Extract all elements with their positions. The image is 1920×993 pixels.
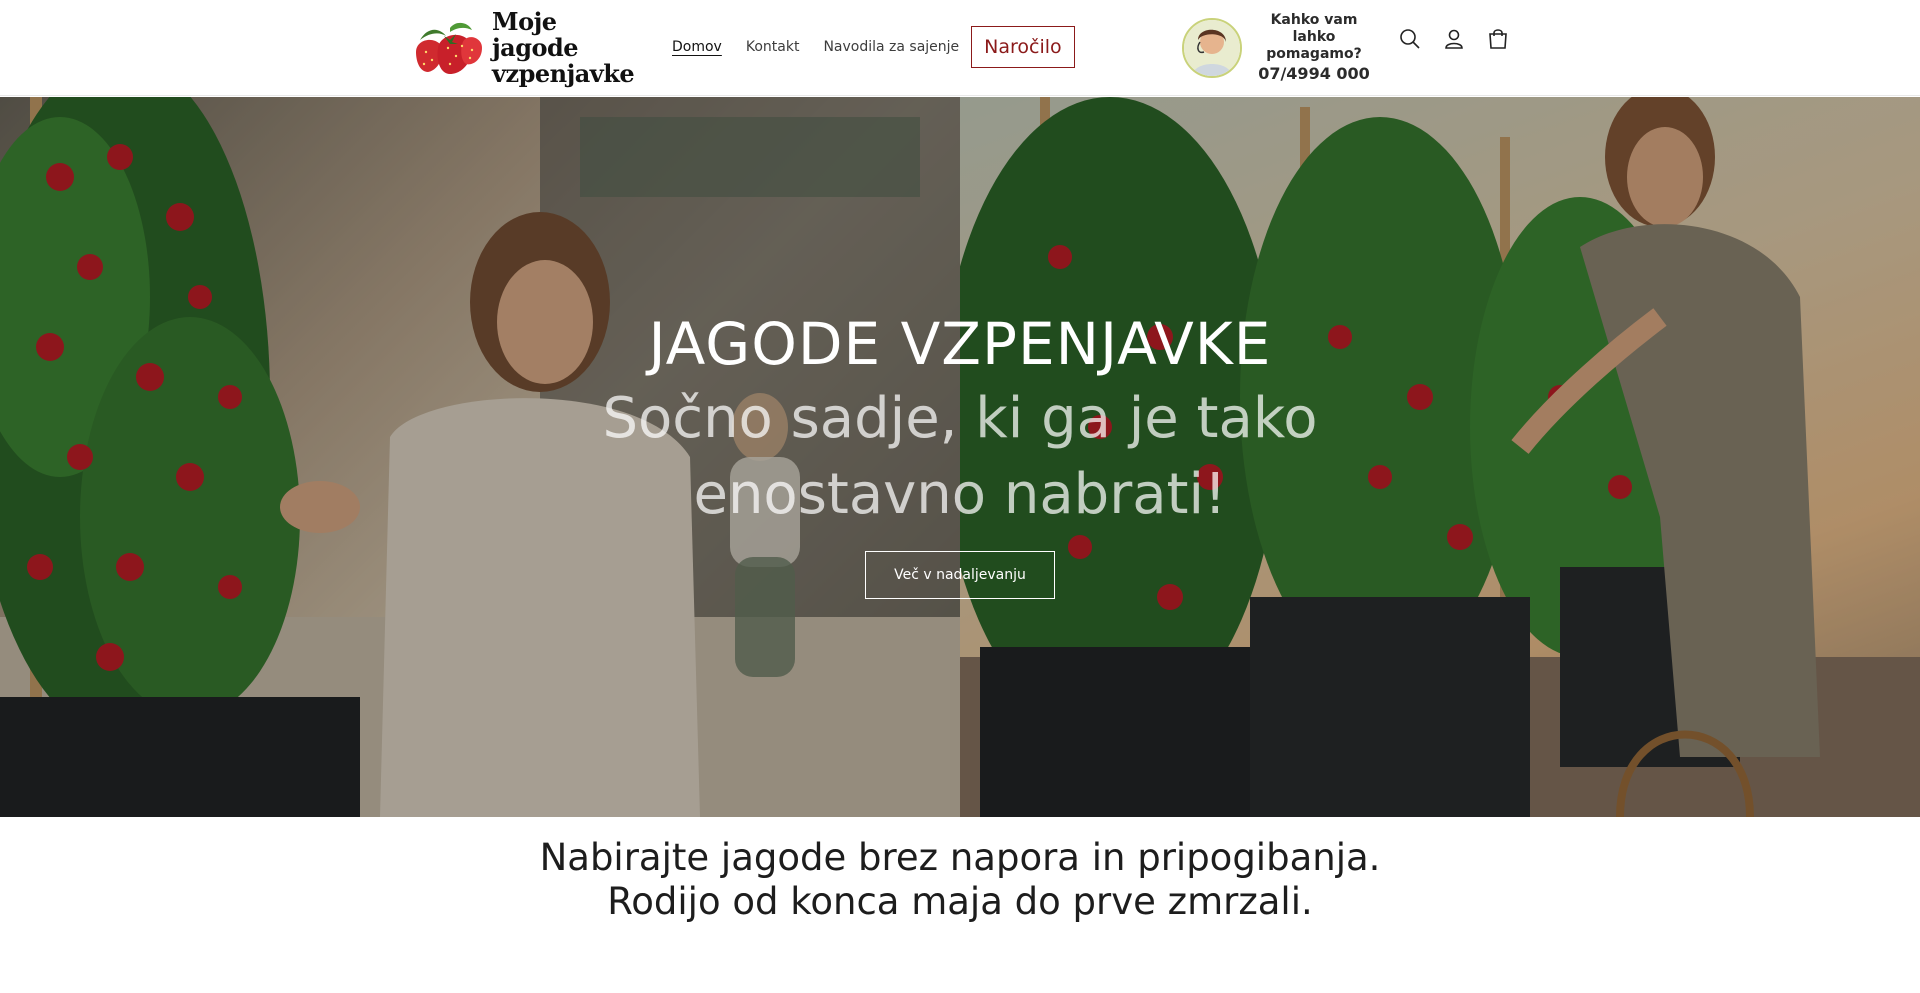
main-nav: Domov Kontakt Navodila za sajenje Naroči… xyxy=(672,24,1075,70)
help-text: Kahko vam lahko pomagamo? 07/4994 000 xyxy=(1252,12,1376,84)
hero-subtitle: Sočno sadje, ki ga je tako enostavno nab… xyxy=(602,386,1318,527)
hero-banner: JAGODE VZPENJAVKE Sočno sadje, ki ga je … xyxy=(0,97,1920,817)
site-header: Moje jagode vzpenjavke Domov Kontakt Nav… xyxy=(0,0,1920,96)
hero-title: JAGODE VZPENJAVKE xyxy=(648,310,1272,378)
logo-line-1: Moje jagode xyxy=(492,7,579,62)
intro-section: Nabirajte jagode brez napora in pripogib… xyxy=(0,836,1920,924)
intro-line-1: Nabirajte jagode brez napora in pripogib… xyxy=(539,836,1381,879)
nav-link-domov[interactable]: Domov xyxy=(672,39,722,55)
nav-link-kontakt[interactable]: Kontakt xyxy=(746,39,800,55)
header-icons xyxy=(1388,24,1520,54)
help-question: Kahko vam lahko pomagamo? xyxy=(1266,12,1362,62)
nav-link-navodila[interactable]: Navodila za sajenje xyxy=(823,39,959,55)
intro-line-2: Rodijo od konca maja do prve zmrzali. xyxy=(607,880,1313,923)
strawberry-logo-icon xyxy=(416,22,482,74)
logo-line-2: vzpenjavke xyxy=(492,59,635,88)
logo-wordmark: Moje jagode vzpenjavke xyxy=(492,9,646,87)
help-phone[interactable]: 07/4994 000 xyxy=(1252,64,1376,84)
order-button[interactable]: Naročilo xyxy=(971,26,1075,68)
cart-icon[interactable] xyxy=(1476,24,1520,54)
hero-content: JAGODE VZPENJAVKE Sočno sadje, ki ga je … xyxy=(0,307,1920,599)
account-icon[interactable] xyxy=(1432,24,1476,54)
hero-more-button[interactable]: Več v nadaljevanju xyxy=(865,551,1055,599)
help-contact: Kahko vam lahko pomagamo? 07/4994 000 xyxy=(1182,12,1376,83)
site-logo[interactable]: Moje jagode vzpenjavke xyxy=(410,9,646,87)
support-agent-avatar xyxy=(1182,18,1242,78)
search-icon[interactable] xyxy=(1388,24,1432,54)
